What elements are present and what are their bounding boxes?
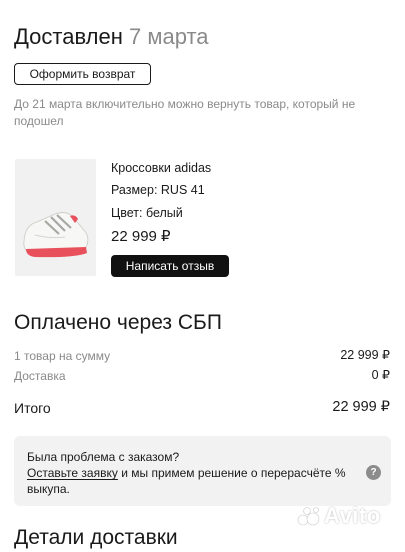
problem-text: Оставьте заявку и мы примем решение о пе… [27, 465, 347, 497]
return-button[interactable]: Оформить возврат [14, 63, 151, 85]
sneaker-image [15, 159, 96, 276]
leave-request-link[interactable]: Оставьте заявку [27, 466, 118, 480]
problem-box: Была проблема с заказом? Оставьте заявку… [14, 436, 391, 506]
product-price: 22 999 ₽ [111, 228, 171, 245]
return-note: До 21 марта включительно можно вернуть т… [14, 97, 356, 128]
avito-watermark: Avito [297, 501, 381, 531]
write-review-button[interactable]: Написать отзыв [111, 255, 229, 277]
help-icon[interactable]: ? [366, 465, 381, 480]
delivery-label: Доставка [14, 369, 66, 383]
avito-logo-icon [297, 507, 320, 526]
status-date: 7 марта [128, 24, 209, 49]
product-name[interactable]: Кроссовки adidas [111, 160, 211, 176]
total-value: 22 999 ₽ [332, 399, 390, 415]
payment-heading: Оплачено через СБП [14, 311, 222, 334]
delivery-value: 0 ₽ [371, 368, 390, 382]
order-status-heading: Доставлен 7 марта [14, 22, 209, 52]
total-label: Итого [14, 400, 51, 416]
product-size: Размер: RUS 41 [111, 183, 205, 197]
problem-question: Была проблема с заказом? [27, 450, 180, 464]
items-sum-label: 1 товар на сумму [14, 349, 111, 363]
product-image[interactable] [15, 159, 96, 276]
avito-watermark-text: Avito [324, 503, 381, 528]
items-sum-value: 22 999 ₽ [340, 348, 390, 362]
status-title: Доставлен [14, 24, 123, 49]
delivery-details-heading: Детали доставки [14, 526, 178, 549]
product-color: Цвет: белый [111, 206, 183, 220]
